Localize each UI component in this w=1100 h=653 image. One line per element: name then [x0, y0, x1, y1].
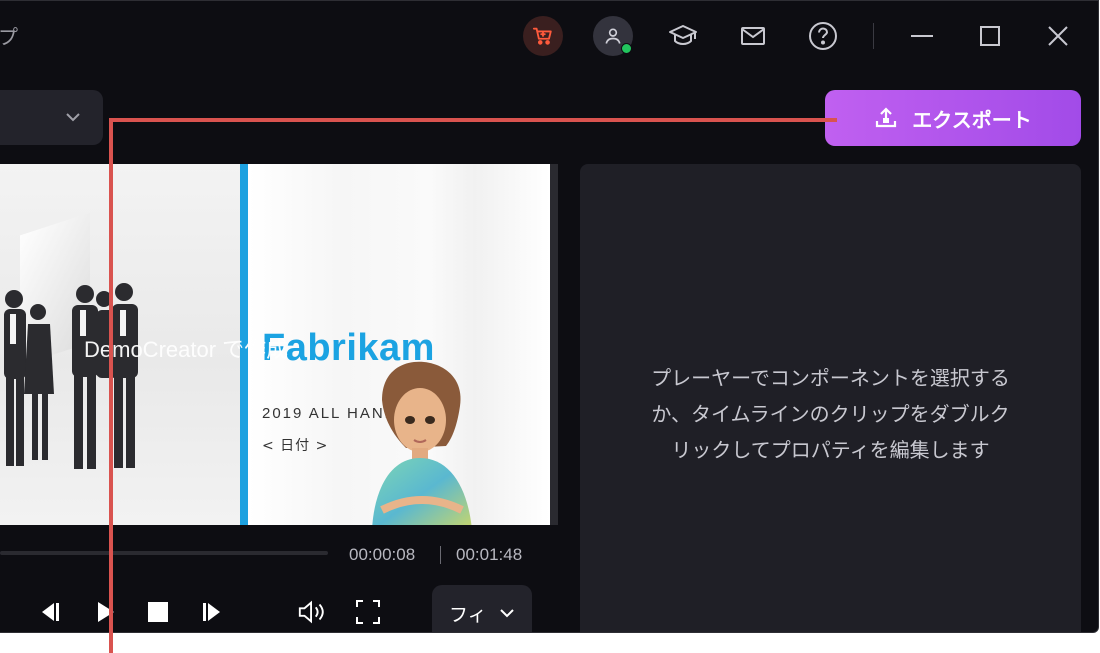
properties-panel: プレーヤーでコンポーネントを選択する か、タイムラインのクリップをダブルク リッ… — [580, 164, 1081, 632]
export-button[interactable]: エクスポート — [825, 90, 1081, 146]
preview-scroll-edge — [550, 164, 558, 525]
volume-icon[interactable] — [297, 597, 327, 627]
properties-empty-message: プレーヤーでコンポーネントを選択する か、タイムラインのクリップをダブルク リッ… — [580, 360, 1081, 468]
help-icon[interactable] — [803, 16, 843, 56]
properties-message-line3: リックしてプロパティを編集します — [671, 438, 990, 462]
current-time: 00:00:08 — [349, 545, 416, 564]
fullscreen-icon[interactable] — [353, 597, 383, 627]
play-icon[interactable] — [90, 597, 120, 627]
close-icon[interactable] — [1038, 16, 1078, 56]
mail-icon[interactable] — [733, 16, 773, 56]
app-window: プ エクスポート Fabrikam 2019 ALL HANDS < 日付 > … — [0, 0, 1099, 633]
fit-dropdown-label: フィット — [449, 603, 485, 626]
avatar-character — [372, 361, 472, 525]
upload-icon — [876, 107, 897, 128]
project-dropdown[interactable] — [0, 90, 103, 145]
slide-date: < 日付 > — [262, 438, 329, 454]
online-status-dot — [621, 43, 632, 54]
chevron-down-icon — [66, 113, 80, 122]
user-avatar-icon[interactable] — [593, 16, 633, 56]
next-frame-icon[interactable] — [198, 597, 228, 627]
fit-dropdown[interactable]: フィット — [432, 585, 532, 632]
callout-line-vertical — [109, 118, 113, 653]
maximize-icon[interactable] — [970, 16, 1010, 56]
previous-frame-icon[interactable] — [34, 597, 64, 627]
cart-icon[interactable] — [523, 16, 563, 56]
playback-progress-bar[interactable] — [0, 551, 328, 555]
total-time: 00:01:48 — [456, 545, 523, 564]
time-separator — [440, 546, 441, 564]
callout-line-horizontal — [109, 118, 837, 122]
stop-icon[interactable] — [143, 597, 173, 627]
minimize-icon[interactable] — [902, 16, 942, 56]
export-button-label: エクスポート — [912, 107, 1032, 132]
properties-message-line1: プレーヤーでコンポーネントを選択する — [651, 366, 1010, 390]
properties-message-line2: か、タイムラインのクリップをダブルク — [651, 402, 1010, 426]
titlebar-divider — [873, 23, 874, 49]
video-preview[interactable]: Fabrikam 2019 ALL HANDS < 日付 > DemoCreat… — [0, 164, 550, 525]
chevron-down-icon — [500, 609, 514, 618]
window-title: プ — [0, 25, 18, 49]
watermark-overlay-text: DemoCreator で作成 — [84, 337, 289, 362]
graduation-cap-icon[interactable] — [663, 16, 703, 56]
